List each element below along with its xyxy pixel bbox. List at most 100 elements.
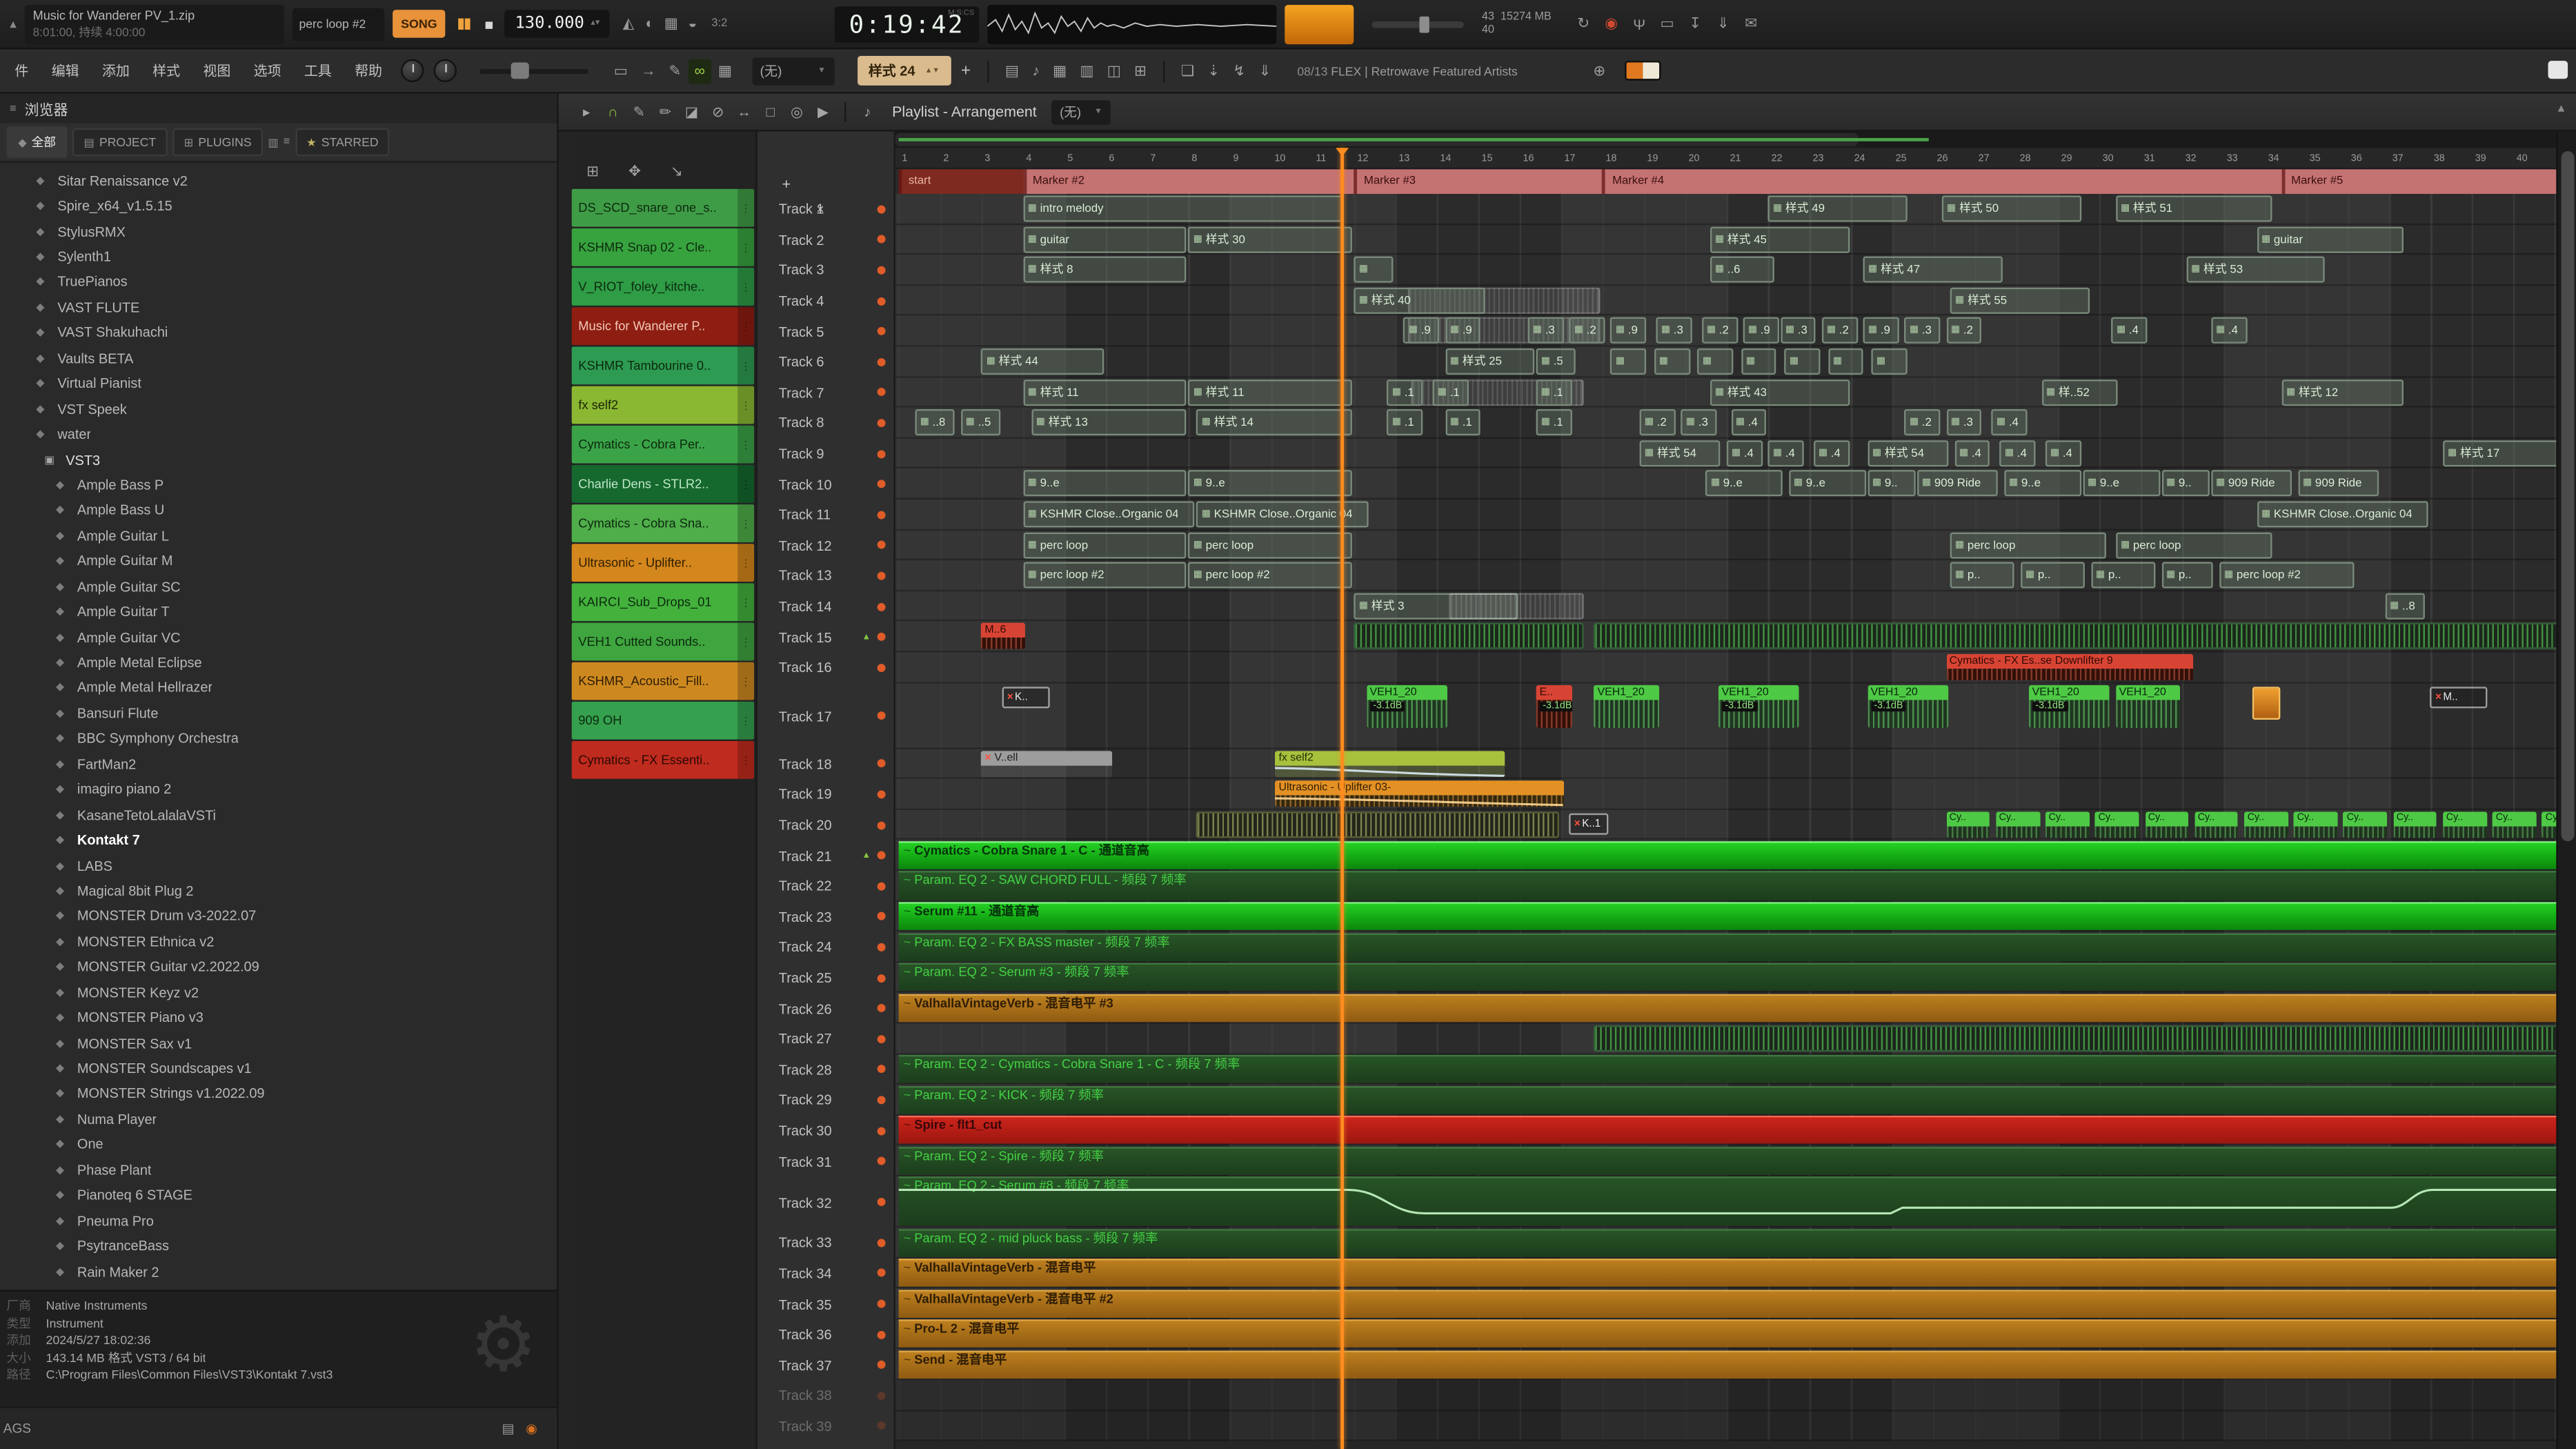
record-arm-icon[interactable] [878,1330,886,1339]
track-lane[interactable] [895,1411,2557,1441]
record-arm-icon[interactable] [878,1004,886,1012]
pencil-icon[interactable]: ✎ [662,59,688,83]
playhead-marker-icon[interactable] [1336,148,1349,156]
eraser-icon[interactable]: ◪ [679,103,705,121]
clip-pat[interactable]: ▦perc loop [1189,532,1353,558]
record-arm-icon[interactable] [878,1035,886,1043]
drag-handle-icon[interactable]: ⋮ [737,702,754,740]
clip-pat[interactable]: ▦.2 [1569,318,1605,344]
time-display[interactable]: 0:19:42 M:S:CS [834,6,979,41]
browser-item[interactable]: ◆BBC Symphony Orchestra [0,726,557,751]
track-header[interactable]: Track 4 [757,286,894,316]
browser-item[interactable]: ◆Ample Guitar T [0,599,557,624]
track-header[interactable]: Track 39 [757,1411,894,1441]
clip-aud-r[interactable]: E..-3.1dB [1536,684,1572,727]
browser-item[interactable]: ◆Ample Metal Eclipse [0,649,557,675]
snap-selector[interactable]: (无) ▼ [752,57,834,84]
drag-handle-icon[interactable]: ⋮ [737,623,754,661]
picker-clip[interactable]: KSHMR Tambourine 0..⋮ [572,346,754,384]
record-arm-icon[interactable] [878,541,886,549]
browser-item[interactable]: ◆One [0,1132,557,1157]
picker-clip[interactable]: 909 OH⋮ [572,702,754,740]
clip-pat[interactable]: ▦perc loop #2 [1023,562,1187,589]
track-header[interactable]: Track 33 [757,1228,894,1258]
clip-pat[interactable]: ▦样式 40 [1354,287,1485,313]
record-arm-icon[interactable] [878,1157,886,1165]
clip-pat[interactable]: ▦.4 [1954,440,1990,466]
clip-pat[interactable]: ▦样式 50 [1942,195,2081,221]
clip-auto-d[interactable]: ~Param. EQ 2 - mid pluck bass - 频段 7 频率 [899,1228,2557,1256]
track-header[interactable]: Track 31 [757,1146,894,1176]
browser-tab-starred[interactable]: ★STARRED [295,128,390,156]
clip-pat[interactable]: ▦.1 [1387,379,1423,405]
clip-dense[interactable] [1594,1025,2557,1052]
clip-dense-o[interactable] [1197,811,1560,838]
clip-pat[interactable]: ▦.9 [1445,318,1481,344]
browser-item[interactable]: ◆Kontakt 7 [0,827,557,853]
playlist-grid[interactable]: 1234567891011121314151617181920212223242… [895,132,2557,1449]
track-header[interactable]: Track 17 [757,683,894,749]
menu-件[interactable]: 件 [3,55,40,88]
link-icon[interactable]: ∞ [688,59,711,83]
clip-pat[interactable]: ▦p.. [2021,562,2085,589]
record-arm-icon[interactable] [878,633,886,641]
clip-pat[interactable]: ▦.4 [2112,318,2148,344]
drag-handle-icon[interactable]: ⋮ [737,346,754,384]
flex-preset-title[interactable]: FLEX | Retrowave Featured Artists [1331,63,1518,78]
clip-pat[interactable]: ▦样式 54 [1640,440,1721,466]
clip-pat[interactable]: ▦样式 30 [1189,226,1353,253]
track-header[interactable]: Track 9 [757,438,894,469]
browser-item[interactable]: ◆Ample Guitar M [0,548,557,573]
clip-auto-d[interactable]: ~Param. EQ 2 - Cymatics - Cobra Snare 1 … [899,1055,2557,1083]
clip-ghost[interactable] [1449,593,1585,619]
clip-pat[interactable]: ▦..8 [915,409,955,435]
slip-icon[interactable]: ↔ [731,103,757,121]
clip-auto-d[interactable]: ~Param. EQ 2 - KICK - 频段 7 频率 [899,1085,2557,1114]
clipboard-icon[interactable]: ❏ [1174,59,1200,83]
browser-item[interactable]: ◆TruePianos [0,269,557,295]
track-lanes[interactable]: ▦intro melody▦样式 49▦样式 50▦样式 51▦guitar▦样… [895,194,2557,1441]
browser-item[interactable]: ◆Virtual Pianist [0,371,557,396]
master-pitch-knob[interactable] [433,59,456,82]
brush-icon[interactable]: ✏ [652,103,678,121]
controller-icon[interactable]: ▦ [711,59,738,83]
timeline-marker[interactable]: Marker #5 [2281,169,2556,194]
playhead[interactable] [1341,148,1344,1449]
track-expand-icon[interactable]: ▲ [862,851,871,860]
clip-pat[interactable]: ▦样式 11 [1189,379,1353,405]
record-arm-icon[interactable] [878,205,886,213]
browser-tab-PROJECT[interactable]: ▤PROJECT [72,128,168,156]
browser-item[interactable]: ◆Sitar Renaissance v2 [0,168,557,193]
clip-pat[interactable]: ▦9..e [1789,471,1866,497]
clip-cy[interactable]: Cy.. [1946,811,1990,838]
clip-cy[interactable]: Cy.. [2443,811,2487,838]
clip-pat[interactable]: ▦.4 [2045,440,2081,466]
track-header[interactable]: Track 35 [757,1289,894,1319]
browser-item[interactable]: ◆imagiro piano 2 [0,776,557,802]
playlist-menu-icon[interactable]: ▸ [573,103,600,121]
clip-auto-o[interactable]: ~ValhallaVintageVerb - 混音电平 #2 [899,1290,2557,1318]
drag-handle-icon[interactable]: ⋮ [737,386,754,424]
track-header[interactable]: Track 34 [757,1258,894,1288]
mute-icon[interactable]: ⊘ [705,103,731,121]
menu-编辑[interactable]: 编辑 [40,55,90,88]
drag-handle-icon[interactable]: ⋮ [737,741,754,779]
track-lane[interactable] [895,779,2557,809]
select-icon[interactable]: □ [757,103,784,121]
clip-pat[interactable]: ▦.4 [2211,318,2247,344]
clip-cy[interactable]: Cy.. [2393,811,2437,838]
track-header[interactable]: Track 21▲ [757,840,894,871]
browser-item[interactable]: ◆Ample Guitar L [0,523,557,549]
clip-pat[interactable]: ▦.9 [1404,318,1440,344]
add-pattern-button[interactable]: + [954,61,977,79]
flex-preview-swatch[interactable] [1625,61,1661,81]
clip-pat[interactable]: ▦样..52 [2041,379,2119,405]
track-header[interactable]: Track 6 [757,346,894,377]
collapse-icon[interactable]: ▴ [10,17,17,31]
tempo-display[interactable]: 130.000 ▲▼ [505,10,609,37]
clip-aud-g[interactable]: VEH1_20-3.1dB [2029,684,2110,727]
record-arm-icon[interactable] [878,327,886,335]
clip-pat[interactable]: ▦.2 [1640,409,1676,435]
metronome-icon[interactable]: ◭ [617,14,639,32]
screen-icon[interactable]: ▭ [1656,14,1678,32]
